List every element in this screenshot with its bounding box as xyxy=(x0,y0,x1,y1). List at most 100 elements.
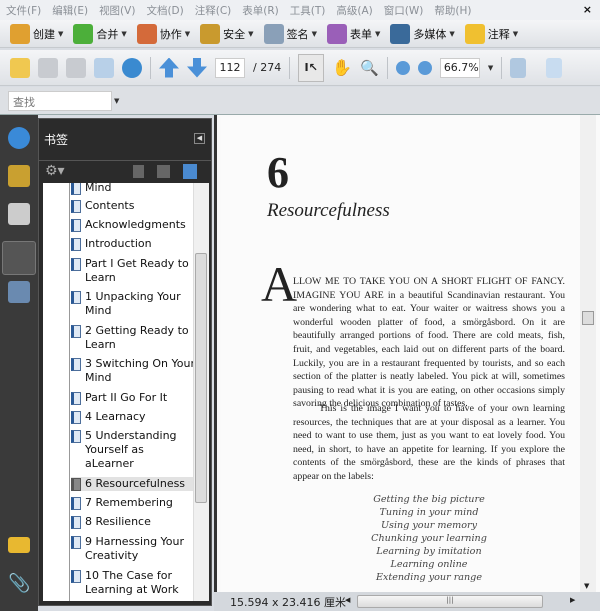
find-dropdown-icon[interactable]: ▼ xyxy=(114,97,119,105)
vertical-scroll-thumb[interactable] xyxy=(582,311,594,325)
bookmark-item[interactable]: 7 Remembering xyxy=(71,496,195,510)
fit-page-icon[interactable] xyxy=(546,57,563,78)
close-icon[interactable]: × xyxy=(583,3,592,16)
hand-tool-icon[interactable]: ✋ xyxy=(332,58,352,77)
find-input[interactable]: 查找 xyxy=(8,91,112,111)
bookmark-label: 7 Remembering xyxy=(85,496,173,509)
bookmark-item[interactable]: 10 The Case for Learning at Work xyxy=(71,569,195,597)
bookmark-item[interactable]: Mind xyxy=(71,183,195,195)
zoom-level-field[interactable]: 66.7% xyxy=(439,57,480,78)
divider xyxy=(386,56,388,79)
bookmark-item[interactable]: 3 Switching On Your Mind xyxy=(71,357,195,385)
bookmark-scroll-thumb[interactable] xyxy=(195,253,207,503)
bookmark-item[interactable]: Acknowledgments xyxy=(71,218,195,232)
zoom-out-icon[interactable] xyxy=(395,60,410,75)
menu-item[interactable]: 工具(T) xyxy=(290,3,326,18)
bookmark-label: Mind xyxy=(85,183,112,194)
open-folder-icon[interactable] xyxy=(10,57,30,78)
new-bookmark-icon[interactable] xyxy=(157,165,170,178)
bookmark-label: Introduction xyxy=(85,237,152,250)
bookmark-item[interactable]: 5 Understanding Yourself as aLearner xyxy=(71,429,195,471)
zoom-in-icon[interactable] xyxy=(417,60,432,75)
pen-icon xyxy=(263,23,284,44)
fit-width-icon[interactable] xyxy=(510,57,527,78)
expand-bookmark-icon[interactable] xyxy=(183,164,197,179)
toolbar-button-label: 协作 xyxy=(159,27,182,41)
menu-item[interactable]: 帮助(H) xyxy=(434,3,471,18)
menu-item[interactable]: 文件(F) xyxy=(6,3,41,18)
bookmark-item[interactable]: Part II Go For It xyxy=(71,391,195,405)
bookmark-label: 10 The Case for Learning at Work xyxy=(85,569,179,596)
comments-icon[interactable] xyxy=(8,537,30,553)
toolbar-button-multimedia[interactable]: 多媒体 ▼ xyxy=(390,23,455,44)
horizontal-scroll-thumb[interactable]: ||| xyxy=(357,595,543,608)
toolbar-button-pen[interactable]: 签名 ▼ xyxy=(263,23,317,44)
menu-item[interactable]: 表单(R) xyxy=(242,3,279,18)
phrase-list: Getting the big picture Tuning in your mi… xyxy=(293,493,565,584)
page-number-input[interactable]: 112 xyxy=(215,57,245,78)
chevron-down-icon: ▼ xyxy=(374,29,381,38)
chevron-down-icon: ▼ xyxy=(121,29,127,38)
bookmark-icon xyxy=(71,497,81,510)
scroll-down-icon[interactable]: ▼ xyxy=(584,582,589,590)
ribbon-icon[interactable] xyxy=(8,127,30,149)
bookmarks-panel: 书签 ◀ ⚙▾ Mind Contents Acknowledgments Intro… xyxy=(38,118,212,606)
bookmark-item[interactable]: 2 Getting Ready to Learn xyxy=(71,324,195,352)
zoom-tool-icon[interactable]: 🔍 xyxy=(360,59,379,77)
toolbar-button-lock[interactable]: 安全 ▼ xyxy=(200,23,254,44)
bookmarks-tools: ⚙▾ xyxy=(39,161,211,183)
lock-icon[interactable] xyxy=(8,165,30,187)
bookmark-item[interactable]: 6 Resourcefulness xyxy=(71,477,195,491)
menu-item[interactable]: 窗口(W) xyxy=(384,3,424,18)
menu-item[interactable]: 注释(C) xyxy=(195,3,232,18)
menu-item[interactable]: 编辑(E) xyxy=(52,3,88,18)
chapter-title: Resourcefulness xyxy=(267,200,390,221)
layers-icon[interactable] xyxy=(8,281,30,303)
print-icon[interactable] xyxy=(38,57,58,78)
menu-item[interactable]: 视图(V) xyxy=(99,3,135,18)
menu-item[interactable]: 高级(A) xyxy=(336,3,372,18)
scroll-left-icon[interactable]: ◀ xyxy=(345,596,350,604)
bookmark-item[interactable]: Part I Get Ready to Learn xyxy=(71,257,195,285)
toolbar-button-collaborate[interactable]: 协作 ▼ xyxy=(136,23,190,44)
navigation-rail: 📎 xyxy=(0,115,38,611)
bookmark-item[interactable]: 4 Learnacy xyxy=(71,410,195,424)
toolbar-button-combine[interactable]: 合并 ▼ xyxy=(73,23,127,44)
toolbar-button-comment[interactable]: 注释 ▼ xyxy=(464,23,519,44)
bookmark-item[interactable]: 9 Harnessing Your Creativity xyxy=(71,535,195,563)
zoom-dropdown-icon[interactable]: ▼ xyxy=(488,64,493,72)
save-icon[interactable] xyxy=(66,57,86,78)
email-icon[interactable] xyxy=(94,57,114,78)
bookmark-icon xyxy=(71,238,81,251)
delete-icon[interactable] xyxy=(133,165,144,178)
page-size: 15.594 x 23.416 厘米 xyxy=(230,595,346,609)
attachment-icon[interactable]: 📎 xyxy=(8,573,30,595)
chapter-number: 6 xyxy=(267,148,289,197)
menu-item[interactable]: 文档(D) xyxy=(146,3,183,18)
bookmark-item[interactable]: Introduction xyxy=(71,237,195,251)
phrase: Getting the big picture xyxy=(373,494,485,505)
vertical-scrollbar[interactable] xyxy=(580,115,596,592)
bookmark-item[interactable]: Contents xyxy=(71,199,195,213)
options-gear-icon[interactable]: ⚙▾ xyxy=(45,163,65,179)
bookmark-item[interactable]: 8 Resilience xyxy=(71,515,195,529)
toolbar-button-form[interactable]: 表单 ▼ xyxy=(326,23,381,44)
upload-globe-icon[interactable] xyxy=(122,57,142,78)
bookmark-icon xyxy=(71,536,81,549)
pages-icon[interactable] xyxy=(8,203,30,225)
chevron-down-icon: ▼ xyxy=(512,29,519,38)
bookmark-item[interactable]: 1 Unpacking Your Mind xyxy=(71,290,195,318)
previous-page-icon[interactable] xyxy=(159,57,179,78)
toolbar-button-label: 签名 xyxy=(286,27,309,41)
scroll-right-icon[interactable]: ▶ xyxy=(570,596,575,604)
paragraph-2: This is the image I want you to have of … xyxy=(293,403,565,482)
bookmarks-tab-icon[interactable] xyxy=(2,241,36,275)
bookmark-label: 1 Unpacking Your Mind xyxy=(85,290,181,317)
toolbar-button-label: 创建 xyxy=(33,27,55,41)
select-tool-icon[interactable]: I↖ xyxy=(298,53,325,82)
toolbar-button-create[interactable]: 创建 ▼ xyxy=(10,23,63,44)
collapse-panel-icon[interactable]: ◀ xyxy=(194,133,205,144)
next-page-icon[interactable] xyxy=(187,57,207,78)
bookmark-label: Contents xyxy=(85,199,135,212)
phrase: Learning online xyxy=(390,559,468,570)
